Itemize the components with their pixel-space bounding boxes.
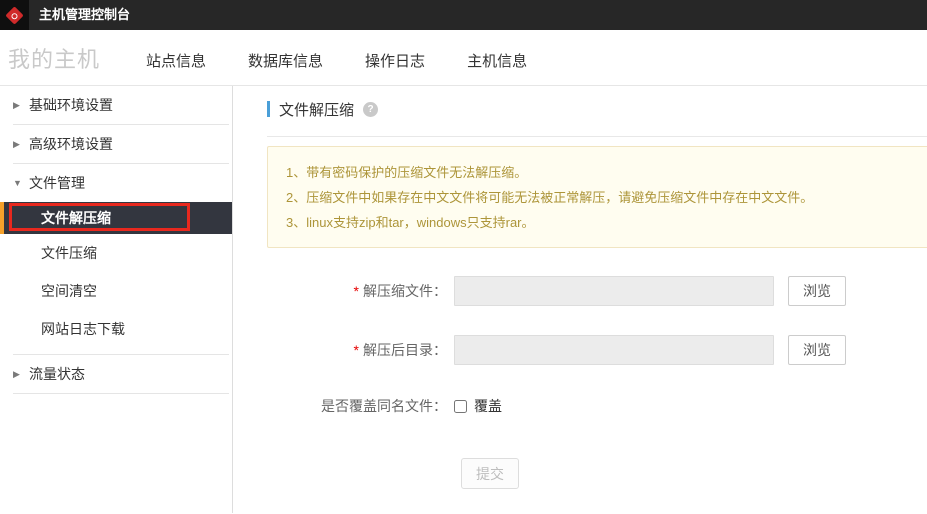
target-directory-label: * 解压后目录： [353,342,447,358]
topbar: 主机管理控制台 [0,0,927,30]
decompress-form: * 解压缩文件： 浏览 * 解压后目录： 浏览 是否覆盖同名文件： 覆盖 提交 [267,276,927,489]
required-asterisk: * [353,342,359,358]
form-row-overwrite: 是否覆盖同名文件： 覆盖 [267,396,927,416]
sidebar-item-site-log-download[interactable]: 网站日志下载 [0,310,232,348]
target-directory-browse-button[interactable]: 浏览 [788,335,846,365]
chevron-right-icon: ▶ [13,138,20,149]
page-title: 文件解压缩 [279,101,355,119]
nav-tabs: 站点信息 数据库信息 操作日志 主机信息 [146,44,527,71]
sidebar-group-label: 高级环境设置 [29,136,113,152]
app-logo-icon [5,5,24,25]
sidebar-item-space-clear[interactable]: 空间清空 [0,272,232,310]
sidebar-item-label: 网站日志下载 [41,321,125,337]
logo-box [0,0,29,30]
sidebar-item-file-decompress[interactable]: 文件解压缩 [0,202,232,234]
chevron-right-icon: ▶ [13,368,20,379]
nav-tab-database-info[interactable]: 数据库信息 [248,50,323,71]
sidebar: ▶ 基础环境设置 ▶ 高级环境设置 ▼ 文件管理 文件解压缩 文件压缩 空间清空… [0,86,233,513]
sidebar-group-label: 流量状态 [29,366,85,382]
form-row-archive-file: * 解压缩文件： 浏览 [267,276,927,306]
sidebar-group-label: 基础环境设置 [29,97,113,113]
app-title: 主机管理控制台 [39,7,131,22]
sidebar-group-basic-env: ▶ 基础环境设置 [13,86,229,125]
notice-line: 1、带有密码保护的压缩文件无法解压缩。 [286,165,528,180]
target-directory-input[interactable] [454,335,774,365]
chevron-down-icon: ▼ [13,178,22,188]
sidebar-group-label: 文件管理 [29,175,85,191]
nav-tab-host-info[interactable]: 主机信息 [467,50,527,71]
notice-line: 2、压缩文件中如果存在中文文件将可能无法被正常解压，请避免压缩文件中存在中文文件… [286,190,814,205]
sidebar-item-label: 空间清空 [41,283,97,299]
sidebar-group-file-management: ▼ 文件管理 文件解压缩 文件压缩 空间清空 网站日志下载 [0,164,232,348]
form-row-submit: 提交 [267,458,927,489]
chevron-right-icon: ▶ [13,99,20,110]
form-row-target-directory: * 解压后目录： 浏览 [267,335,927,365]
required-asterisk: * [353,283,359,299]
archive-file-label: * 解压缩文件： [353,283,447,299]
submit-button[interactable]: 提交 [461,458,519,489]
notice-line: 3、linux支持zip和tar，windows只支持rar。 [286,215,535,230]
sidebar-item-file-management[interactable]: ▼ 文件管理 [13,164,229,202]
main-nav: 我的主机 站点信息 数据库信息 操作日志 主机信息 [0,30,927,86]
nav-tab-my-host[interactable]: 我的主机 [0,42,100,74]
overwrite-option-label: 覆盖 [474,398,502,414]
sidebar-item-traffic-status[interactable]: ▶ 流量状态 [13,355,229,393]
notice-box: 1、带有密码保护的压缩文件无法解压缩。 2、压缩文件中如果存在中文文件将可能无法… [267,146,927,248]
sidebar-item-label: 文件解压缩 [41,210,111,226]
sidebar-group-traffic: ▶ 流量状态 [13,354,229,394]
page-title-row: 文件解压缩 ? [267,100,927,119]
archive-file-browse-button[interactable]: 浏览 [788,276,846,306]
file-management-submenu: 文件解压缩 文件压缩 空间清空 网站日志下载 [0,202,232,348]
sidebar-item-basic-env-settings[interactable]: ▶ 基础环境设置 [13,86,229,124]
sidebar-item-file-compress[interactable]: 文件压缩 [0,234,232,272]
sidebar-item-label: 文件压缩 [41,245,97,261]
overwrite-checkbox[interactable] [454,399,467,413]
overwrite-label: 是否覆盖同名文件： [321,398,447,414]
title-divider [267,136,927,137]
sidebar-group-advanced-env: ▶ 高级环境设置 [13,125,229,164]
title-accent-bar [267,101,270,117]
help-icon[interactable]: ? [363,101,379,117]
nav-tab-site-info[interactable]: 站点信息 [146,50,206,71]
nav-tab-operation-log[interactable]: 操作日志 [365,50,425,71]
archive-file-input[interactable] [454,276,774,306]
main-content: 文件解压缩 ? 1、带有密码保护的压缩文件无法解压缩。 2、压缩文件中如果存在中… [233,86,927,513]
sidebar-item-advanced-env-settings[interactable]: ▶ 高级环境设置 [13,125,229,163]
